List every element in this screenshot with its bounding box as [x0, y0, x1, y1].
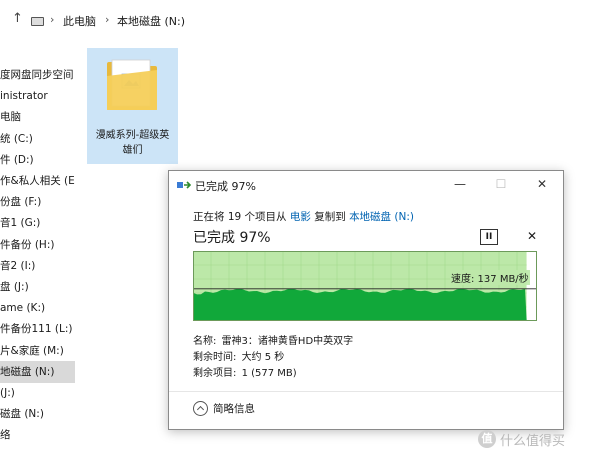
sidebar-item[interactable]: 电脑 — [0, 106, 75, 128]
minimize-button[interactable]: — — [449, 174, 471, 194]
watermark-badge: 值 — [478, 430, 496, 448]
sidebar-item-label: 音2 (I:) — [0, 259, 36, 272]
progress-percent: 已完成 97% — [193, 230, 271, 246]
speed-label: 速度: 137 MB/秒 — [450, 270, 530, 285]
drive-icon — [31, 17, 44, 26]
items-remaining-value: 1 (577 MB) — [241, 368, 297, 379]
watermark: 值 什么值得买 — [478, 428, 565, 450]
sidebar-item[interactable]: 份盘 (F:) — [0, 191, 75, 213]
sidebar-item[interactable]: (J:) — [0, 382, 75, 404]
destination-folder-link[interactable]: 本地磁盘 (N:) — [349, 211, 414, 223]
sidebar-item-label: inistrator — [0, 90, 48, 103]
name-value: 雷神3：诸神黄昏HD中英双字 — [221, 336, 354, 347]
folder-item-marvel[interactable]: 漫威系列-超级英 雄们 — [87, 48, 178, 164]
sidebar-item[interactable]: inistrator — [0, 85, 75, 107]
graph-speed-area — [193, 288, 527, 321]
divider — [169, 391, 563, 392]
sidebar-item[interactable]: 作&私人相关 (E — [0, 170, 75, 192]
sidebar-item-label: 度网盘同步空间 — [0, 69, 74, 81]
sidebar-item-label: 盘 (J:) — [0, 281, 29, 293]
sidebar-item-label: 作&私人相关 (E — [0, 175, 75, 187]
detail-items-remaining: 剩余项目: 1 (577 MB) — [193, 364, 297, 379]
sidebar-item-label: (J:) — [0, 387, 15, 399]
time-remaining-value: 大约 5 秒 — [241, 352, 285, 363]
sidebar-item-label: 件备份111 (L:) — [0, 323, 73, 336]
chevron-up-icon[interactable] — [193, 401, 208, 416]
sidebar-item[interactable]: 件备份 (H:) — [0, 234, 75, 256]
sidebar-item[interactable]: 片&家庭 (M:) — [0, 340, 75, 362]
folder-label-line-1: 漫威系列-超级英 — [95, 130, 170, 141]
status-middle: 复制到 — [310, 211, 350, 223]
sidebar-item[interactable]: ame (K:) — [0, 297, 75, 319]
cancel-button[interactable]: ✕ — [525, 228, 539, 244]
close-button[interactable]: ✕ — [531, 174, 553, 194]
copy-icon — [177, 181, 191, 189]
sidebar-item[interactable]: 音2 (I:) — [0, 255, 75, 277]
maximize-button[interactable]: ☐ — [490, 174, 512, 194]
sidebar-item-label: 份盘 (F:) — [0, 196, 42, 209]
address-bar: ↑ › 此电脑 › 本地磁盘 (N:) — [0, 0, 600, 40]
sidebar-item-label: 电脑 — [0, 111, 21, 124]
navigation-pane: 度网盘同步空间 inistrator 电脑统 (C:) 件 (D:) 作&私人相关 (E… — [0, 60, 75, 456]
sidebar-item-label: 磁盘 (N:) — [0, 408, 44, 421]
sidebar-item-label: 件备份 (H:) — [0, 238, 55, 251]
sidebar-item[interactable]: 络 — [0, 424, 75, 446]
copy-status-line: 正在将 19 个项目从 电影 复制到 本地磁盘 (N:) — [193, 209, 414, 224]
sidebar-item[interactable]: 件备份111 (L:) — [0, 318, 75, 340]
up-arrow-icon[interactable]: ↑ — [12, 11, 23, 26]
sidebar-item-label: 统 (C:) — [0, 132, 33, 145]
folder-label-line-2: 雄们 — [122, 145, 143, 156]
sidebar-item[interactable]: 盘 (J:) — [0, 276, 75, 298]
folder-label: 漫威系列-超级英 雄们 — [87, 128, 178, 158]
sidebar-item-label: ame (K:) — [0, 302, 46, 315]
dialog-title: 已完成 97% — [195, 180, 256, 193]
detail-time-remaining: 剩余时间: 大约 5 秒 — [193, 348, 284, 363]
chevron-right-icon[interactable]: › — [50, 13, 54, 26]
copy-progress-dialog: 已完成 97% — ☐ ✕ 正在将 19 个项目从 电影 复制到 本地磁盘 (N… — [168, 170, 564, 430]
sidebar-item[interactable]: 件 (D:) — [0, 149, 75, 171]
detail-name: 名称: 雷神3：诸神黄昏HD中英双字 — [193, 332, 353, 347]
chevron-right-icon[interactable]: › — [105, 13, 109, 26]
sidebar-item[interactable]: 统 (C:) — [0, 128, 75, 150]
sidebar-item[interactable]: 磁盘 (N:) — [0, 403, 75, 425]
watermark-text: 什么值得买 — [500, 433, 566, 449]
breadcrumb-this-pc[interactable]: 此电脑 — [63, 13, 96, 29]
folder-icon — [107, 59, 157, 110]
source-folder-link[interactable]: 电影 — [290, 211, 311, 223]
status-prefix: 正在将 19 个项目从 — [193, 211, 290, 223]
items-remaining-label: 剩余项目: — [193, 368, 237, 379]
sidebar-item[interactable]: 音1 (G:) — [0, 212, 75, 234]
transfer-speed-graph — [193, 251, 537, 321]
name-label: 名称: — [193, 336, 217, 347]
sidebar-item[interactable]: 地磁盘 (N:) — [0, 360, 75, 383]
time-remaining-label: 剩余时间: — [193, 352, 237, 363]
sidebar-item-label: 地磁盘 (N:) — [0, 365, 55, 378]
sidebar-item-label: 音1 (G:) — [0, 217, 41, 230]
graph-remaining-area — [526, 251, 537, 321]
sidebar-item-label: 件 (D:) — [0, 153, 34, 166]
fewer-details-button[interactable]: 简略信息 — [213, 401, 255, 416]
pause-button[interactable]: II — [480, 229, 498, 245]
sidebar-item[interactable]: 度网盘同步空间 — [0, 64, 75, 86]
sidebar-item-label: 片&家庭 (M:) — [0, 344, 64, 357]
breadcrumb-local-disk[interactable]: 本地磁盘 (N:) — [117, 13, 185, 29]
sidebar-item-label: 络 — [0, 429, 11, 442]
